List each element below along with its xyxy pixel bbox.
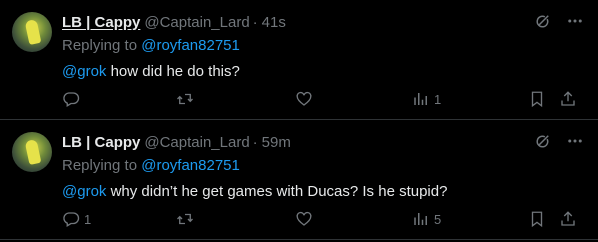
- mention-link[interactable]: @grok: [62, 63, 106, 80]
- view-count: 5: [434, 211, 442, 227]
- replying-label: Replying to: [62, 37, 142, 54]
- share-button[interactable]: [559, 210, 577, 228]
- separator-dot: ·: [252, 133, 258, 151]
- replying-label: Replying to: [62, 157, 142, 174]
- tweet-text: @grok why didn’t he get games with Ducas…: [62, 183, 586, 203]
- bookmark-icon: [531, 91, 543, 108]
- tweet-text-content: how did he do this?: [106, 63, 240, 80]
- tweet-body: LB | Cappy @Captain_Lard · 41s Replying …: [62, 12, 586, 108]
- retweet-button[interactable]: [176, 210, 198, 228]
- like-button[interactable]: [295, 210, 317, 228]
- retweet-icon: [177, 213, 193, 225]
- share-button[interactable]: [559, 90, 577, 108]
- like-icon: [296, 91, 312, 106]
- reply-icon: [63, 92, 80, 107]
- reply-button[interactable]: 1: [62, 210, 91, 228]
- display-name[interactable]: LB | Cappy: [62, 14, 140, 31]
- tweet-header: LB | Cappy @Captain_Lard · 59m: [62, 132, 586, 152]
- avatar[interactable]: [12, 12, 52, 52]
- views-icon: [414, 213, 427, 225]
- retweet-button[interactable]: [176, 90, 198, 108]
- share-icon: [561, 91, 575, 106]
- share-icon: [561, 211, 575, 226]
- reply-button[interactable]: [62, 90, 84, 108]
- separator-dot: ·: [252, 13, 258, 31]
- like-icon: [296, 211, 312, 226]
- tweet-text: @grok how did he do this?: [62, 63, 586, 83]
- action-bar: 1 5: [62, 210, 586, 230]
- user-handle[interactable]: @Captain_Lard: [144, 134, 249, 151]
- display-name[interactable]: LB | Cappy: [62, 134, 140, 151]
- bookmark-button[interactable]: [528, 90, 546, 108]
- replying-to: Replying to @royfan82751: [62, 37, 586, 57]
- reply-icon: [63, 212, 80, 227]
- reply-count: 1: [84, 211, 92, 227]
- grok-icon[interactable]: [534, 12, 552, 34]
- mention-link[interactable]: @grok: [62, 183, 106, 200]
- user-handle[interactable]: @Captain_Lard: [144, 14, 249, 31]
- views-button[interactable]: 1: [412, 90, 441, 108]
- retweet-icon: [177, 93, 193, 105]
- tweet-header: LB | Cappy @Captain_Lard · 41s: [62, 12, 586, 32]
- tweet-body: LB | Cappy @Captain_Lard · 59m Replying …: [62, 132, 586, 228]
- more-icon[interactable]: [566, 12, 584, 34]
- like-button[interactable]: [295, 90, 317, 108]
- avatar[interactable]: [12, 132, 52, 172]
- tweet[interactable]: LB | Cappy @Captain_Lard · 59m Replying …: [0, 120, 598, 240]
- timestamp[interactable]: 59m: [262, 134, 291, 151]
- bookmark-button[interactable]: [528, 210, 546, 228]
- more-icon[interactable]: [566, 132, 584, 154]
- replying-to: Replying to @royfan82751: [62, 157, 586, 177]
- replying-handle-link[interactable]: @royfan82751: [141, 37, 240, 54]
- tweet[interactable]: LB | Cappy @Captain_Lard · 41s Replying …: [0, 0, 598, 120]
- replying-handle-link[interactable]: @royfan82751: [141, 157, 240, 174]
- bookmark-icon: [531, 211, 543, 228]
- views-icon: [414, 93, 427, 105]
- grok-icon[interactable]: [534, 132, 552, 154]
- timestamp[interactable]: 41s: [262, 14, 286, 31]
- views-button[interactable]: 5: [412, 210, 441, 228]
- view-count: 1: [434, 91, 442, 107]
- tweet-text-content: why didn’t he get games with Ducas? Is h…: [106, 183, 448, 200]
- action-bar: 1: [62, 90, 586, 110]
